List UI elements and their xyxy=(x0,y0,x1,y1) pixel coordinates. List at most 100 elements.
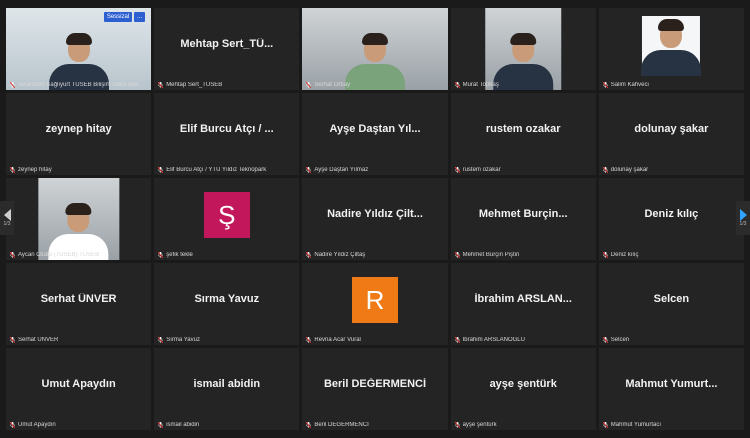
prev-page-button[interactable]: 1/3 xyxy=(0,201,14,235)
participant-name-label: şefik tekle xyxy=(158,252,295,258)
participant-name-label: Selahattin Sağlıyurt TÜSEB Bilişim Daire… xyxy=(10,82,147,88)
participant-display-name: ismail abidin xyxy=(193,377,261,390)
participant-display-name: Nadire Yıldız Çilt... xyxy=(327,207,423,220)
participant-name-label: Deniz kılıç xyxy=(602,252,740,258)
participant-tile[interactable]: Murat Topbaş xyxy=(450,8,596,90)
participant-tile[interactable]: Elif Burcu Atçı / ... Elif Burcu Atçı / Y… xyxy=(154,93,300,175)
participant-avatar: R xyxy=(351,277,398,323)
participant-name-text: Serhat ÜNVER xyxy=(18,337,59,343)
muted-mic-icon xyxy=(602,337,608,343)
participant-display-name: Deniz kılıç xyxy=(644,207,699,220)
muted-mic-icon xyxy=(306,422,312,428)
participant-name-text: rustem ozakar xyxy=(462,167,501,173)
participant-tile[interactable]: Şşefik tekle xyxy=(154,178,300,260)
participant-tile[interactable]: Deniz kılıç Deniz kılıç xyxy=(598,178,744,260)
participant-name-text: Elif Burcu Atçı / YTÜ Yıldız Teknopark xyxy=(166,167,267,173)
muted-mic-icon xyxy=(602,82,608,88)
muted-mic-icon xyxy=(10,167,15,173)
muted-mic-icon xyxy=(306,252,312,258)
muted-mic-icon xyxy=(10,337,15,343)
participant-tile[interactable]: Sırma Yavuz Sırma Yavuz xyxy=(154,263,300,345)
participant-display-name: Umut Apaydın xyxy=(41,377,116,390)
participant-name-text: Ayşe Daştan Yılmaz xyxy=(314,167,369,173)
participant-name-text: Mahmut Yumurtacı xyxy=(610,422,662,428)
participant-name-text: Salim Kahveci xyxy=(610,82,649,88)
page-indicator-left: 1/3 xyxy=(3,221,11,227)
tile-controls: Sessizal... xyxy=(103,12,146,22)
participant-display-name: Ayşe Daştan Yıl... xyxy=(329,122,421,135)
participant-name-label: Selcen xyxy=(602,337,740,343)
participant-tile[interactable]: Aycan Özalp (TÜSEB) TÜSEB xyxy=(6,178,152,260)
participant-grid: Selahattin Sağlıyurt TÜSEB Bilişim Daire… xyxy=(6,8,744,430)
participant-name-label: Revna Acar Vural xyxy=(306,337,443,343)
participant-tile[interactable]: Beril DEĞERMENCİ Beril DEĞERMENCİ xyxy=(302,348,448,430)
participant-name-label: rustem ozakar xyxy=(454,167,592,173)
participant-name-label: Serhat ÜNVER xyxy=(10,337,147,343)
participant-tile[interactable]: Serhat ÜNVER Serhat ÜNVER xyxy=(6,263,152,345)
participant-tile[interactable]: R Revna Acar Vural xyxy=(302,263,448,345)
participant-display-name: Elif Burcu Atçı / ... xyxy=(179,122,274,135)
mute-badge[interactable]: Sessizal xyxy=(103,12,133,22)
participant-name-text: şefik tekle xyxy=(166,252,193,258)
participant-tile[interactable]: ismail abidin ismail abidin xyxy=(154,348,300,430)
muted-mic-icon xyxy=(602,167,608,173)
participant-name-label: İbrahim ARSLANOĞLU xyxy=(454,337,592,343)
participant-tile[interactable]: İbrahim ARSLAN... İbrahim ARSLANOĞLU xyxy=(450,263,596,345)
muted-mic-icon xyxy=(10,252,15,258)
participant-tile[interactable]: Selcen Selcen xyxy=(598,263,744,345)
participant-name-label: Mehtap Sert_TÜSEB xyxy=(158,82,295,88)
page-indicator-right: 1/3 xyxy=(739,221,747,227)
participant-tile[interactable]: Mahmut Yumurt... Mahmut Yumurtacı xyxy=(598,348,744,430)
participant-name-text: Revna Acar Vural xyxy=(314,337,361,343)
participant-tile[interactable]: Ayşe Daştan Yıl... Ayşe Daştan Yılmaz xyxy=(302,93,448,175)
participant-display-name: zeynep hitay xyxy=(45,122,112,135)
participant-tile[interactable]: Mehtap Sert_TÜ... Mehtap Sert_TÜSEB xyxy=(154,8,300,90)
participant-tile[interactable]: Nadire Yıldız Çilt... Nadire Yıldız Çilta… xyxy=(302,178,448,260)
participant-name-label: Beril DEĞERMENCİ xyxy=(306,422,443,428)
more-options-button[interactable]: ... xyxy=(134,12,146,22)
participant-name-text: ayşe şentürk xyxy=(462,422,497,428)
participant-tile[interactable]: Serhat Orbay xyxy=(302,8,448,90)
participant-name-label: Elif Burcu Atçı / YTÜ Yıldız Teknopark xyxy=(158,167,295,173)
participant-video xyxy=(485,8,561,90)
participant-name-label: Mahmut Yumurtacı xyxy=(602,422,740,428)
muted-mic-icon xyxy=(10,422,15,428)
participant-name-label: Ayşe Daştan Yılmaz xyxy=(306,167,443,173)
participant-name-label: Serhat Orbay xyxy=(306,82,443,88)
participant-name-text: Selcen xyxy=(610,337,630,343)
muted-mic-icon xyxy=(158,337,164,343)
participant-name-text: Deniz kılıç xyxy=(610,252,639,258)
participant-name-label: Murat Topbaş xyxy=(454,82,592,88)
next-page-button[interactable]: 1/3 xyxy=(736,201,750,235)
muted-mic-icon xyxy=(158,82,164,88)
participant-name-text: Mehtap Sert_TÜSEB xyxy=(166,82,223,88)
participant-avatar: Ş xyxy=(203,192,250,238)
muted-mic-icon xyxy=(158,252,164,258)
muted-mic-icon xyxy=(306,167,312,173)
participant-display-name: Mehtap Sert_TÜ... xyxy=(180,37,274,50)
participant-display-name: Beril DEĞERMENCİ xyxy=(323,377,427,390)
participant-video xyxy=(302,8,448,90)
muted-mic-icon xyxy=(306,82,312,88)
participant-tile[interactable]: Selahattin Sağlıyurt TÜSEB Bilişim Daire… xyxy=(6,8,152,90)
participant-name-label: zeynep hitay xyxy=(10,167,147,173)
participant-tile[interactable]: rustem ozakar rustem ozakar xyxy=(450,93,596,175)
muted-mic-icon xyxy=(306,337,312,343)
participant-name-label: ismail abidin xyxy=(158,422,295,428)
participant-display-name: İbrahim ARSLAN... xyxy=(474,292,572,305)
muted-mic-icon xyxy=(602,422,608,428)
participant-name-label: dolunay şakar xyxy=(602,167,740,173)
participant-tile[interactable]: dolunay şakar dolunay şakar xyxy=(598,93,744,175)
muted-mic-icon xyxy=(10,82,15,88)
participant-name-text: Nadire Yıldız Çiltaş xyxy=(314,252,366,258)
participant-tile[interactable]: Umut Apaydın Umut Apaydın xyxy=(6,348,152,430)
participant-name-label: ayşe şentürk xyxy=(454,422,592,428)
participant-tile[interactable]: ayşe şentürk ayşe şentürk xyxy=(450,348,596,430)
participant-name-text: Umut Apaydın xyxy=(18,422,56,428)
participant-tile[interactable]: zeynep hitay zeynep hitay xyxy=(6,93,152,175)
participant-tile[interactable]: Salim Kahveci xyxy=(598,8,744,90)
participant-tile[interactable]: Mehmet Burçin... Mehmet Burçin Piştiri xyxy=(450,178,596,260)
participant-name-text: Mehmet Burçin Piştiri xyxy=(462,252,520,258)
participant-name-text: Selahattin Sağlıyurt TÜSEB Bilişim Daire… xyxy=(18,82,140,88)
participant-display-name: Serhat ÜNVER xyxy=(40,292,117,305)
